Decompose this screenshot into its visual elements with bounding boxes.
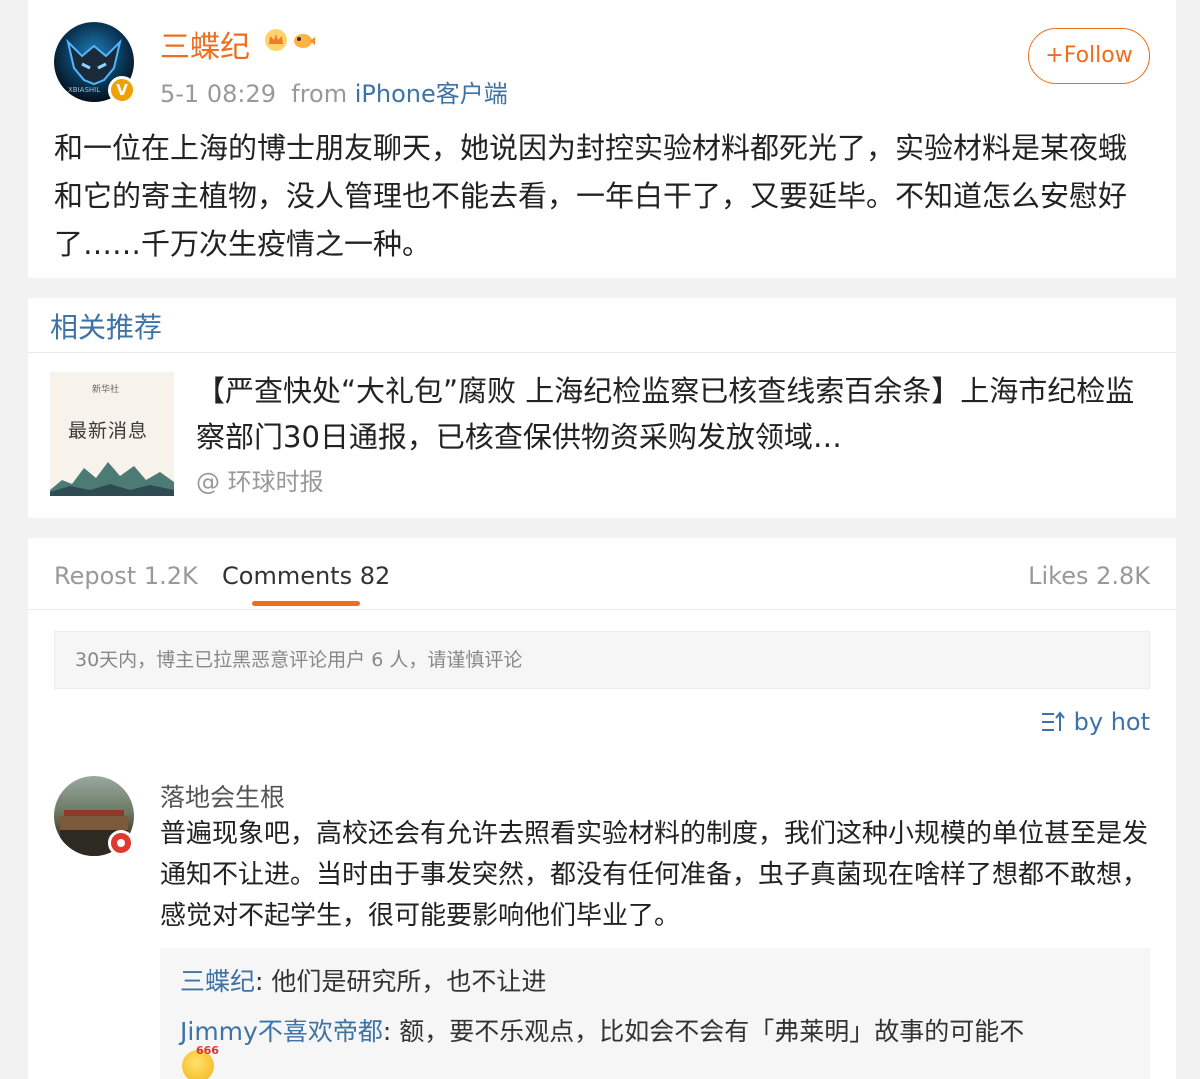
reply-item: Jimmy不喜欢帝都: 额，要不乐观点，比如会不会有「弗莱明」故事的可能不 xyxy=(180,1012,1024,1048)
reply-box[interactable]: 三蝶纪: 他们是研究所，也不让进 Jimmy不喜欢帝都: 额，要不乐观点，比如会… xyxy=(160,948,1150,1079)
divider xyxy=(28,352,1176,353)
follow-button[interactable]: +Follow xyxy=(1028,28,1150,84)
recommend-title: 相关推荐 xyxy=(50,311,163,344)
from-label: from xyxy=(291,80,348,108)
comment-text: 普遍现象吧，高校还会有允许去照看实验材料的制度，我们这种小规模的单位甚至是发通知… xyxy=(160,819,1149,931)
emoji-tag: 666 xyxy=(196,1044,219,1057)
reply-user[interactable]: 三蝶纪 xyxy=(180,967,255,996)
reply-user[interactable]: Jimmy不喜欢帝都 xyxy=(180,1017,383,1046)
avatar-text: XBIASHIL xyxy=(68,86,101,94)
recommend-card: 相关推荐 新华社 最新消息 【严查快处“大礼包”腐败 上海纪检监察已核查线索百余… xyxy=(28,298,1176,518)
post-text: 和一位在上海的博士朋友聊天，她说因为封控实验材料都死光了，实验材料是某夜蛾和它的… xyxy=(54,131,1128,261)
post-source[interactable]: iPhone客户端 xyxy=(355,80,508,108)
post-card: XBIASHIL V 三蝶纪 5-1 08:29 from iPhone客户端 … xyxy=(28,0,1176,278)
recommend-text[interactable]: 【严查快处“大礼包”腐败 上海纪检监察已核查线索百余条】上海市纪检监察部门30日… xyxy=(196,368,1146,460)
timestamp: 5-1 08:29 xyxy=(160,80,276,108)
tab-comments[interactable]: Comments 82 xyxy=(222,562,390,590)
sort-button[interactable]: by hot xyxy=(1040,708,1150,736)
tab-bar: Repost 1.2K Comments 82 Likes 2.8K xyxy=(28,538,1176,610)
crown-badge-icon xyxy=(264,28,288,52)
tab-repost[interactable]: Repost 1.2K xyxy=(54,562,198,590)
block-notice: 30天内，博主已拉黑恶意评论用户 6 人，请谨慎评论 xyxy=(54,631,1150,689)
skyline-graphic xyxy=(50,462,174,496)
heart-badge-icon xyxy=(108,830,134,856)
comments-card: Repost 1.2K Comments 82 Likes 2.8K 30天内，… xyxy=(28,538,1176,1079)
reply-item: 三蝶纪: 他们是研究所，也不让进 xyxy=(180,962,546,998)
user-badges xyxy=(264,28,316,52)
post-meta: 5-1 08:29 from iPhone客户端 xyxy=(160,74,508,109)
sort-label: by hot xyxy=(1073,708,1150,736)
fish-badge-icon xyxy=(292,28,316,52)
news-thumbnail[interactable]: 新华社 最新消息 xyxy=(50,372,174,496)
tab-likes[interactable]: Likes 2.8K xyxy=(1028,562,1150,590)
sort-icon xyxy=(1041,711,1065,731)
reply-text: : 额，要不乐观点，比如会不会有「弗莱明」故事的可能不 xyxy=(382,1017,1025,1046)
recommend-source[interactable]: @ 环球时报 xyxy=(196,462,324,497)
username[interactable]: 三蝶纪 xyxy=(160,22,250,66)
verified-badge-icon: V xyxy=(108,76,136,104)
reply-text: : 他们是研究所，也不让进 xyxy=(255,967,547,996)
comment-username[interactable]: 落地会生根 xyxy=(160,778,285,814)
active-tab-indicator xyxy=(252,601,360,606)
